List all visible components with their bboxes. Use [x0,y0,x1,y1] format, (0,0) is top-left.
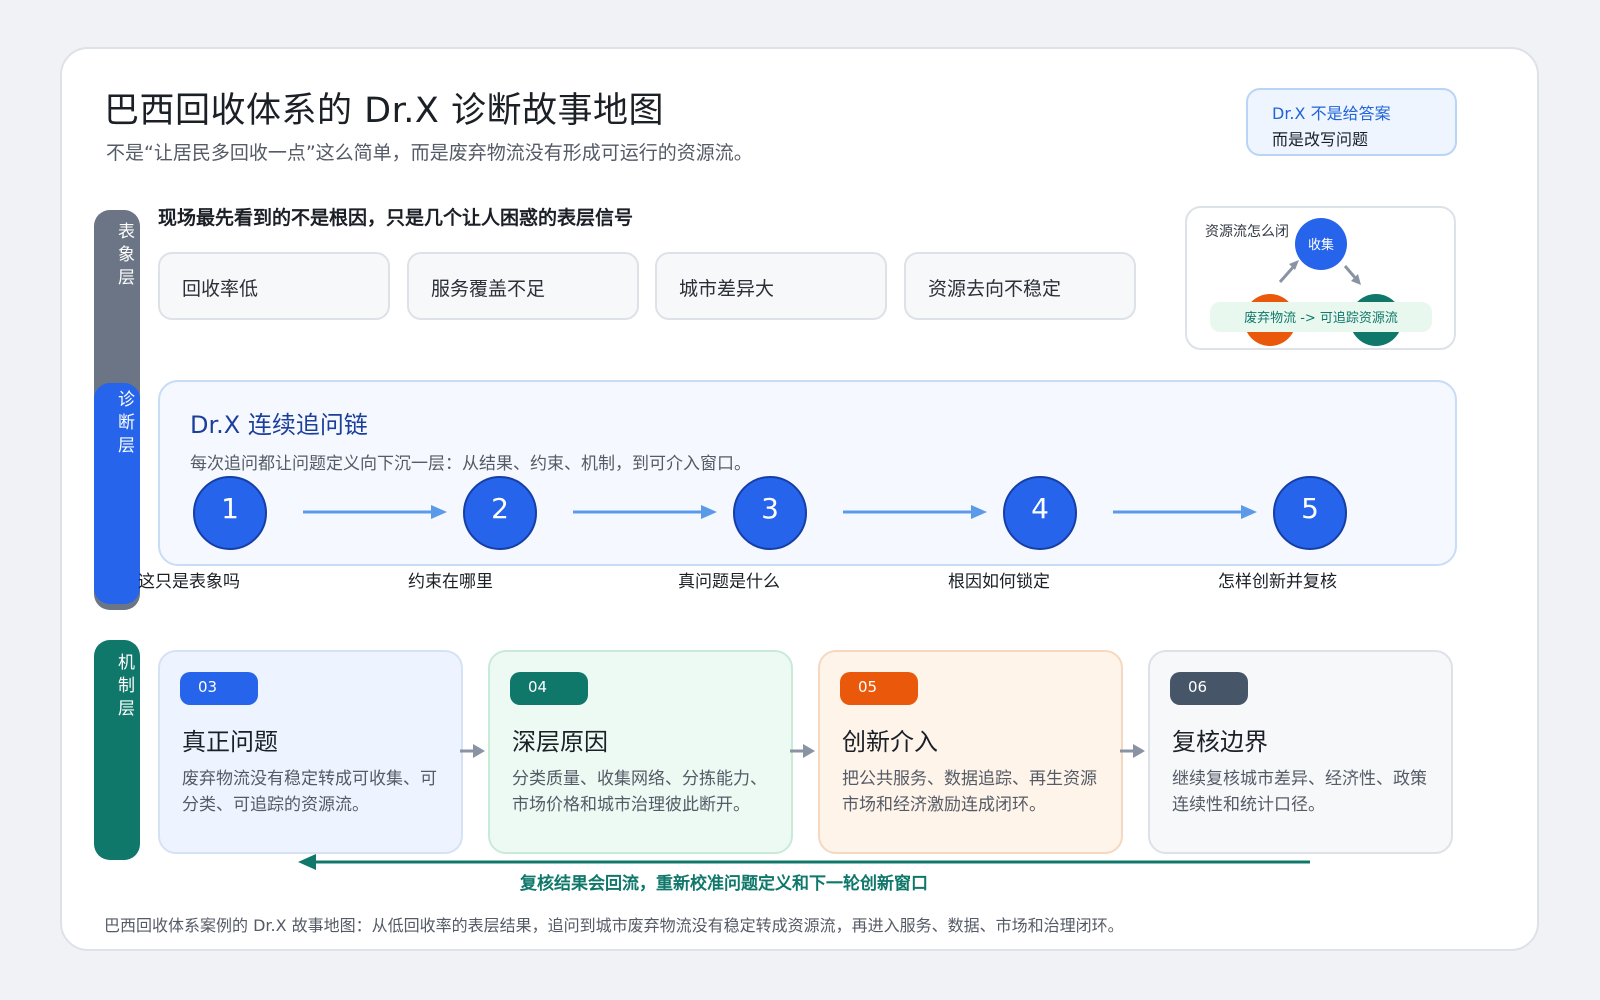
mechanism-card-deep-cause: 04 深层原因 分类质量、收集网络、分拣能力、市场价格和城市治理彼此断开。 [488,650,793,854]
step-arrow [843,505,987,519]
card-title: 深层原因 [512,728,608,756]
step-label: 真问题是什么 [678,572,780,592]
card-badge: 06 [1170,672,1248,705]
step-label: 怎样创新并复核 [1218,572,1337,592]
mechanism-card-innovation: 05 创新介入 把公共服务、数据追踪、再生资源市场和经济激励连成闭环。 [818,650,1123,854]
card-desc: 把公共服务、数据追踪、再生资源市场和经济激励连成闭环。 [842,769,1097,815]
card-badge: 05 [840,672,918,705]
step-label: 约束在哪里 [408,572,493,592]
note-line-2: 而是改写问题 [1272,130,1369,149]
step-circle: 1 [193,476,267,550]
step-label: 这只是表象吗 [138,572,240,592]
card-arrow [790,744,815,758]
note-line-1: Dr.X 不是给答案 [1272,104,1391,123]
symptom-card: 服务覆盖不足 [407,252,639,320]
step-label: 根因如何锁定 [948,572,1050,592]
resource-flow-diagram: 资源流怎么闭 收集 废弃物流 -> 可追踪资源流 [1185,206,1456,350]
page-title: 巴西回收体系的 Dr.X 诊断故事地图 [104,91,664,131]
diagnosis-layer-label: 诊断层 [114,390,134,459]
mechanism-card-review: 06 复核边界 继续复核城市差异、经济性、政策连续性和统计口径。 [1148,650,1453,854]
step-circle: 2 [463,476,537,550]
mechanism-card-real-problem: 03 真正问题 废弃物流没有稳定转成可收集、可分类、可追踪的资源流。 [158,650,463,854]
card-desc: 分类质量、收集网络、分拣能力、市场价格和城市治理彼此断开。 [512,769,767,815]
surface-heading: 现场最先看到的不是根因，只是几个让人困惑的表层信号 [158,207,634,229]
symptom-card: 资源去向不稳定 [904,252,1136,320]
step-circle: 5 [1273,476,1347,550]
page-subtitle: 不是“让居民多回收一点”这么简单，而是废弃物流没有形成可运行的资源流。 [106,142,753,164]
card-title: 复核边界 [1172,728,1268,756]
mechanism-layer-label: 机制层 [114,653,134,722]
step-arrow [1113,505,1257,519]
flow-node-label: 收集 [1308,237,1334,253]
card-desc: 继续复核城市差异、经济性、政策连续性和统计口径。 [1172,769,1427,815]
symptom-card: 回收率低 [158,252,390,320]
card-badge: 04 [510,672,588,705]
note-box: Dr.X 不是给答案 而是改写问题 [1246,88,1457,156]
diagnosis-title: Dr.X 连续追问链 [190,411,368,439]
flow-title: 资源流怎么闭 [1205,224,1289,240]
card-badge: 03 [180,672,258,705]
card-title: 创新介入 [842,728,938,756]
step-arrow [573,505,717,519]
feedback-label: 复核结果会回流，重新校准问题定义和下一轮创新窗口 [520,874,928,894]
card-arrow [1120,744,1145,758]
footer-caption: 巴西回收体系案例的 Dr.X 故事地图：从低回收率的表层结果，追问到城市废弃物流… [104,916,1124,935]
flow-caption: 废弃物流 -> 可追踪资源流 [1244,310,1398,326]
step-circle: 3 [733,476,807,550]
step-circle: 4 [1003,476,1077,550]
step-arrow [303,505,447,519]
resource-flow-graphic: 资源流怎么闭 收集 废弃物流 -> 可追踪资源流 [1205,218,1432,346]
card-title: 真正问题 [182,728,278,756]
card-desc: 废弃物流没有稳定转成可收集、可分类、可追踪的资源流。 [182,769,437,815]
card-arrow [460,744,485,758]
diagnosis-desc: 每次追问都让问题定义向下沉一层：从结果、约束、机制，到可介入窗口。 [190,454,751,474]
symptom-card: 城市差异大 [655,252,887,320]
surface-layer-label: 表象层 [114,222,134,291]
